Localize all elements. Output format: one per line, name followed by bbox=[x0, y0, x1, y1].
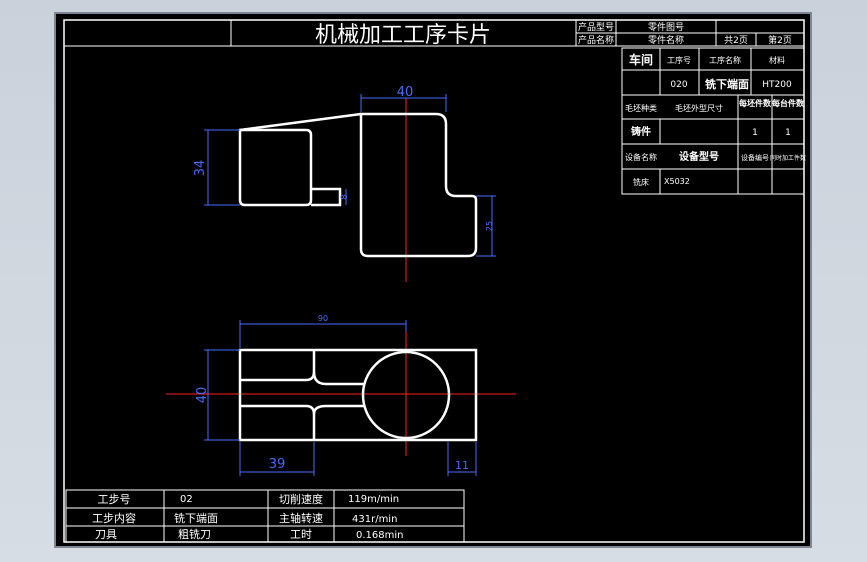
process-card-svg: 机械加工工序卡片 产品型号 产品名称 零件图号 零件名称 共2页 第2页 车间 … bbox=[63, 19, 806, 543]
info-table bbox=[621, 47, 805, 195]
dim-bottom-length: 90 bbox=[318, 314, 328, 323]
part-name-label: 零件名称 bbox=[648, 34, 684, 46]
part-plan-web bbox=[312, 404, 364, 415]
product-model-label: 产品型号 bbox=[578, 21, 614, 33]
simultaneous-label: 同时加工件数 bbox=[770, 154, 806, 162]
equipment-name-label: 设备名称 bbox=[625, 152, 657, 162]
material-label: 材料 bbox=[769, 55, 785, 65]
sheet-index: 第2页 bbox=[768, 34, 792, 46]
blank-pieces-label: 每坯件数 bbox=[739, 98, 772, 108]
part-outline-web bbox=[311, 187, 342, 207]
step-no-label: 工步号 bbox=[98, 493, 131, 506]
part-plan-slot bbox=[240, 404, 316, 440]
part-plan-web bbox=[312, 371, 364, 386]
equipment-model-label: 设备型号 bbox=[679, 150, 719, 163]
blank-size-label: 毛坯外型尺寸 bbox=[675, 103, 723, 113]
dim-bottom-11: 11 bbox=[455, 459, 469, 472]
dim-bottom-height: 40 bbox=[195, 387, 210, 404]
part-drawing-label: 零件图号 bbox=[648, 21, 684, 33]
step-content-value: 铣下端面 bbox=[174, 511, 218, 525]
front-view: 40 34 8 25 bbox=[193, 85, 496, 282]
sheet-count: 共2页 bbox=[724, 35, 748, 46]
spindle-speed-label: 主轴转速 bbox=[279, 511, 323, 525]
top-view: 90 40 39 11 bbox=[166, 314, 516, 476]
pieces-per-unit-label: 每台件数 bbox=[772, 98, 805, 108]
part-plan-slot bbox=[240, 350, 316, 382]
dim-slot-width: 8 bbox=[340, 194, 350, 200]
process-name-value: 铣下端面 bbox=[705, 77, 749, 91]
dim-left-height: 34 bbox=[193, 160, 208, 177]
process-no-value: 020 bbox=[670, 80, 687, 90]
equipment-name-value: 铣床 bbox=[633, 177, 649, 187]
blank-type-value: 铸件 bbox=[631, 125, 651, 138]
cut-speed-label: 切削速度 bbox=[279, 492, 323, 506]
dim-bottom-39: 39 bbox=[269, 457, 286, 472]
blank-type-label: 毛坯种类 bbox=[625, 103, 657, 113]
drawing-sheet: 机械加工工序卡片 产品型号 产品名称 零件图号 零件名称 共2页 第2页 车间 … bbox=[54, 12, 812, 548]
part-plan-outline bbox=[238, 348, 478, 442]
card-title: 机械加工工序卡片 bbox=[315, 23, 491, 48]
part-outline-right bbox=[359, 112, 478, 258]
blank-pieces-value: 1 bbox=[752, 128, 758, 138]
tool-label: 刀具 bbox=[95, 528, 117, 541]
part-outline-left bbox=[238, 128, 313, 207]
tool-value: 粗铣刀 bbox=[178, 527, 211, 541]
dim-right-height: 25 bbox=[485, 221, 494, 231]
workshop-label: 车间 bbox=[629, 52, 653, 67]
part-outline bbox=[239, 112, 362, 132]
process-name-label: 工序名称 bbox=[709, 55, 741, 65]
material-value: HT200 bbox=[762, 80, 792, 90]
pieces-per-unit-value: 1 bbox=[785, 128, 791, 138]
spindle-speed-value: 431r/min bbox=[352, 514, 397, 525]
process-no-label: 工序号 bbox=[667, 55, 691, 65]
dim-top-width: 40 bbox=[397, 85, 414, 100]
equipment-model-value: X5032 bbox=[664, 177, 690, 186]
step-content-label: 工步内容 bbox=[92, 511, 136, 525]
equipment-no-label: 设备编号 bbox=[741, 153, 769, 162]
product-name-label: 产品名称 bbox=[578, 34, 614, 46]
time-value: 0.168min bbox=[356, 530, 404, 541]
step-no-value: 02 bbox=[180, 494, 193, 505]
time-label: 工时 bbox=[290, 528, 312, 541]
cut-speed-value: 119m/min bbox=[348, 494, 399, 505]
